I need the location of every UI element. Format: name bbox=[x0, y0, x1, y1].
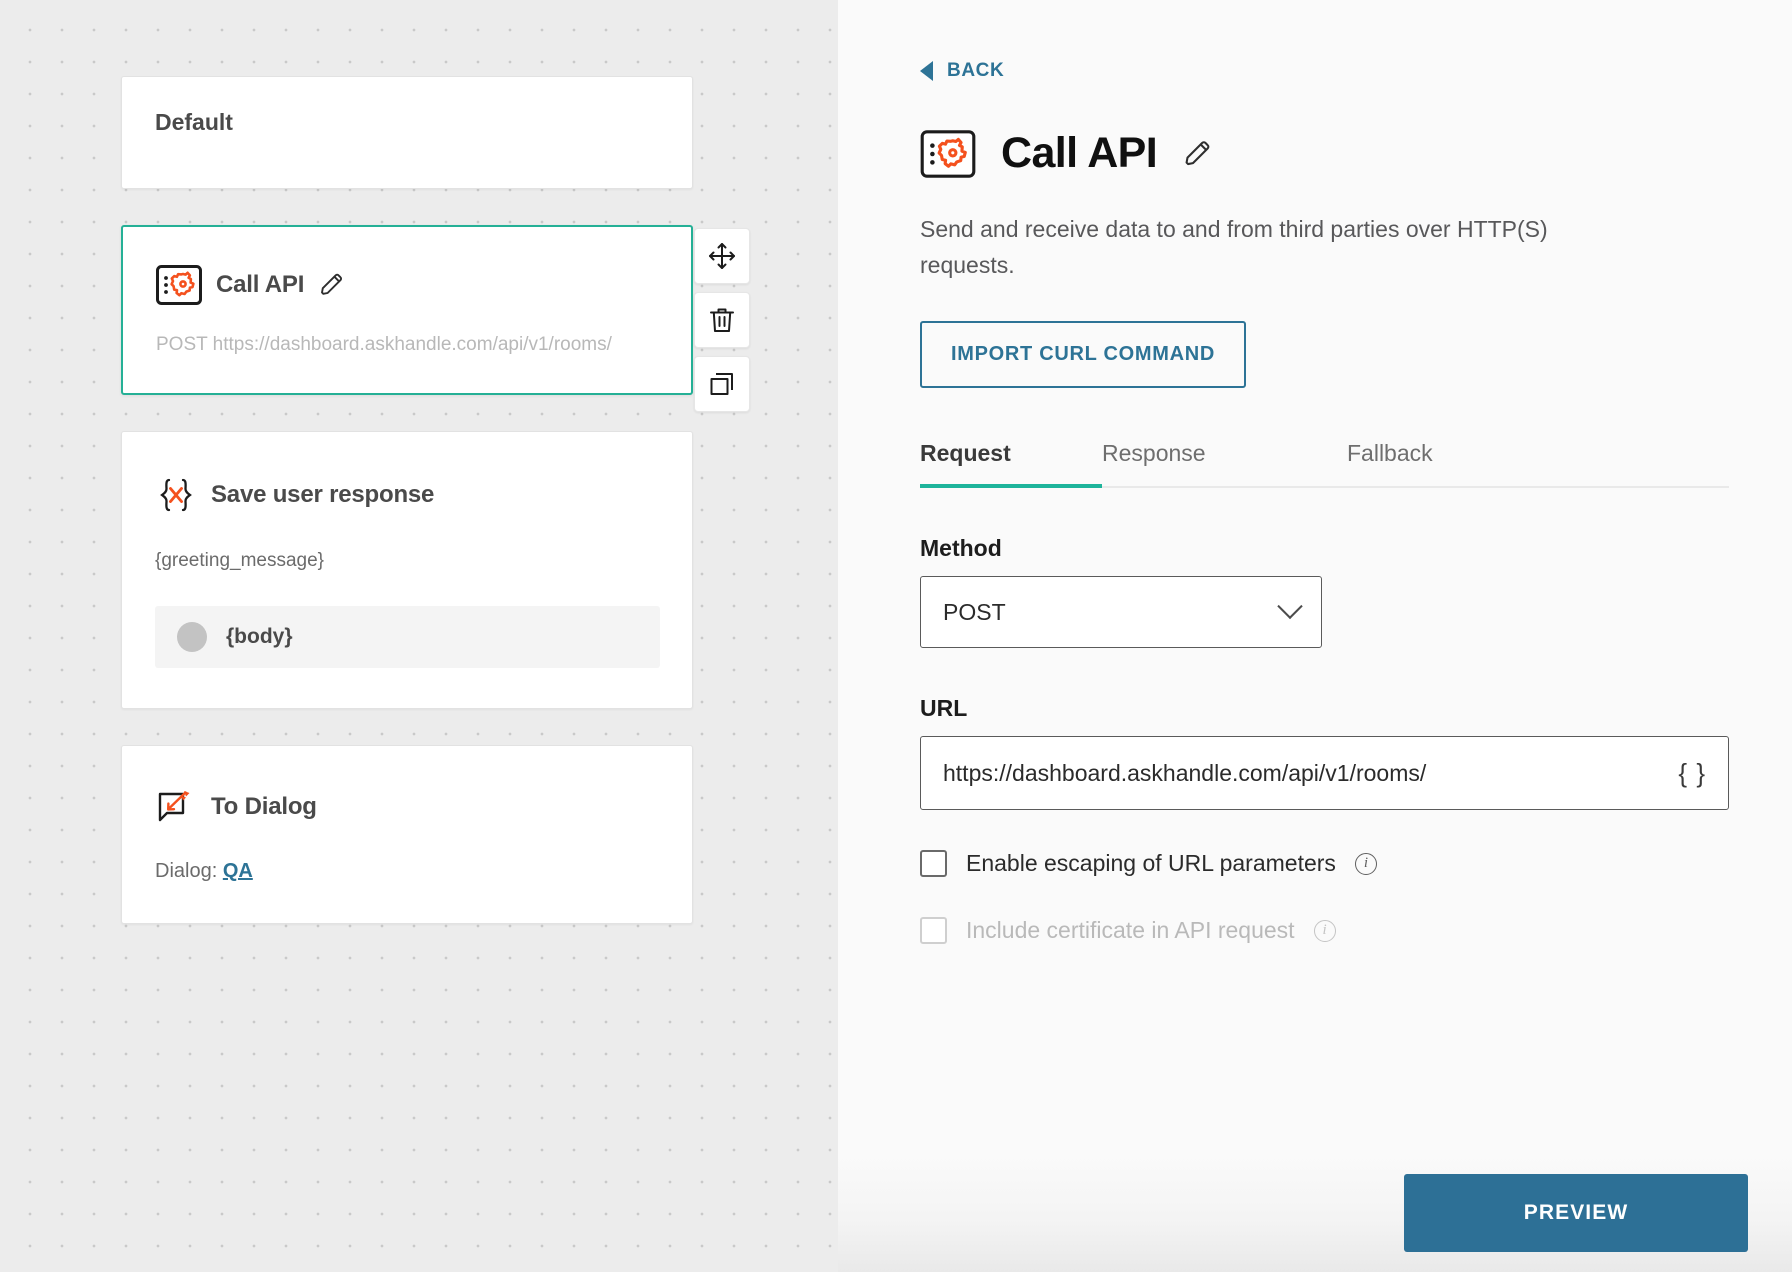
back-button[interactable]: BACK bbox=[920, 60, 1004, 82]
node-toolbar bbox=[694, 228, 750, 412]
pencil-icon[interactable] bbox=[1182, 138, 1214, 170]
node-list: Default Call API POST https://dashboard.… bbox=[121, 76, 693, 960]
node-card-default[interactable]: Default bbox=[121, 76, 693, 189]
tab-fallback[interactable]: Fallback bbox=[1347, 440, 1547, 486]
node-header-to-dialog: To Dialog bbox=[155, 788, 660, 826]
dialog-arrow-icon bbox=[155, 788, 197, 826]
info-icon[interactable]: i bbox=[1354, 852, 1377, 875]
tab-response[interactable]: Response bbox=[1102, 440, 1347, 486]
node-header-save-user-response: Save user response bbox=[155, 474, 660, 516]
app-root: Default Call API POST https://dashboard.… bbox=[0, 0, 1792, 1272]
call-api-icon bbox=[156, 265, 202, 305]
copy-icon bbox=[707, 369, 737, 399]
details-panel: BACK Call API Send and receive data to a… bbox=[838, 0, 1792, 1272]
delete-node-button[interactable] bbox=[694, 292, 750, 348]
url-field-wrapper[interactable]: { } bbox=[920, 736, 1729, 811]
back-label: BACK bbox=[947, 60, 1005, 81]
panel-description: Send and receive data to and from third … bbox=[920, 216, 1548, 278]
node-dialog-line: Dialog: QA bbox=[155, 860, 660, 883]
node-subtitle-call-api: POST https://dashboard.askhandle.com/api… bbox=[156, 334, 612, 355]
insert-variable-button[interactable]: { } bbox=[1678, 758, 1706, 789]
node-card-save-user-response[interactable]: Save user response {greeting_message} {b… bbox=[121, 430, 693, 709]
checkbox-row-escape-url[interactable]: Enable escaping of URL parameters i bbox=[920, 850, 1792, 878]
node-header-call-api: Call API bbox=[156, 265, 659, 305]
node-variable-save-user-response: {greeting_message} bbox=[155, 549, 325, 571]
import-curl-command-button[interactable]: IMPORT CURL COMMAND bbox=[920, 321, 1247, 389]
node-chip-body[interactable]: {body} bbox=[155, 605, 660, 668]
dialog-link-qa[interactable]: QA bbox=[223, 860, 253, 882]
page-title: Call API bbox=[1001, 129, 1158, 177]
method-select[interactable]: POST bbox=[920, 576, 1322, 649]
checkbox-row-include-certificate: Include certificate in API request i bbox=[920, 917, 1792, 945]
node-title-default: Default bbox=[155, 109, 233, 135]
flow-canvas[interactable]: Default Call API POST https://dashboard.… bbox=[0, 0, 838, 1272]
include-certificate-label: Include certificate in API request bbox=[966, 917, 1295, 944]
node-title-call-api: Call API bbox=[216, 271, 305, 298]
panel-header: Call API bbox=[920, 129, 1792, 178]
chevron-down-icon bbox=[1277, 593, 1303, 620]
dialog-prefix-label: Dialog: bbox=[155, 859, 223, 882]
braces-x-icon bbox=[155, 474, 197, 516]
escape-url-checkbox[interactable] bbox=[920, 850, 947, 878]
include-certificate-checkbox bbox=[920, 917, 947, 945]
chip-avatar-icon bbox=[177, 621, 207, 652]
url-label: URL bbox=[920, 695, 968, 722]
node-title-save-user-response: Save user response bbox=[211, 480, 435, 508]
duplicate-node-button[interactable] bbox=[694, 356, 750, 412]
tab-bar: Request Response Fallback bbox=[920, 440, 1729, 489]
node-title-to-dialog: To Dialog bbox=[211, 792, 317, 820]
preview-button[interactable]: PREVIEW bbox=[1404, 1174, 1748, 1252]
pencil-icon[interactable] bbox=[318, 271, 346, 299]
escape-url-label: Enable escaping of URL parameters bbox=[966, 850, 1336, 877]
node-card-call-api[interactable]: Call API POST https://dashboard.askhandl… bbox=[121, 225, 693, 395]
panel-footer: PREVIEW bbox=[838, 1154, 1792, 1272]
info-icon: i bbox=[1313, 919, 1336, 942]
move-icon bbox=[707, 241, 737, 271]
move-node-button[interactable] bbox=[694, 228, 750, 284]
node-chip-label: {body} bbox=[226, 624, 293, 648]
tab-request[interactable]: Request bbox=[920, 440, 1102, 489]
method-label: Method bbox=[920, 535, 1002, 562]
method-value: POST bbox=[943, 598, 1006, 625]
call-api-icon bbox=[920, 129, 976, 178]
trash-icon bbox=[707, 305, 737, 335]
node-card-to-dialog[interactable]: To Dialog Dialog: QA bbox=[121, 744, 693, 924]
triangle-left-icon bbox=[920, 61, 933, 81]
url-input[interactable] bbox=[943, 759, 1643, 787]
